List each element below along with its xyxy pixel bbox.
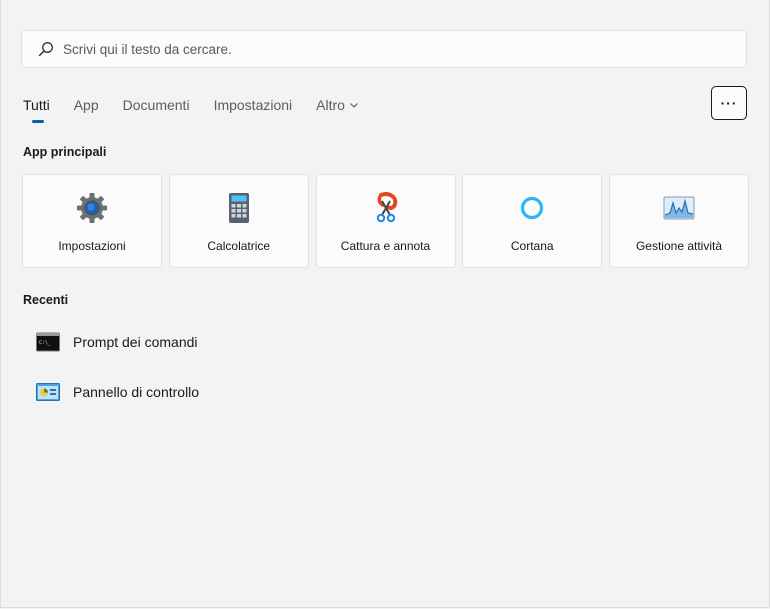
tab-label: App [73,97,99,113]
app-tile-label: Impostazioni [58,239,126,253]
app-tile-label: Cortana [510,239,554,253]
recent-list: C:\_ Prompt dei comandi Pannello di cont… [23,322,323,422]
more-options-button[interactable]: ··· [711,86,747,120]
recent-item-label: Pannello di controllo [73,384,200,400]
tab-settings[interactable]: Impostazioni [214,94,293,116]
app-tile-label: Gestione attività [635,239,723,253]
recent-heading: Recenti [23,293,69,307]
active-tab-indicator [32,120,44,123]
top-apps-grid: Impostazioni Calcolatrice Cattura e anno… [22,174,756,268]
filter-tabs: Tutti App Documenti Impostazioni Altro [23,94,383,123]
app-tile-settings[interactable]: Impostazioni [22,174,162,268]
app-tile-calculator[interactable]: Calcolatrice [168,174,309,268]
tab-label: Tutti [23,97,50,113]
app-tile-label: Calcolatrice [207,239,271,253]
tab-label: Altro [316,97,345,113]
search-icon [38,41,54,57]
search-input[interactable] [63,41,663,57]
app-tile-cortana[interactable]: Cortana [462,174,603,268]
settings-gear-icon [75,191,109,225]
recent-item-label: Prompt dei comandi [73,334,198,350]
tab-all[interactable]: Tutti [23,94,50,123]
tab-documents[interactable]: Documenti [123,94,190,116]
top-apps-heading: App principali [23,145,107,159]
app-tile-label: Cattura e annota [340,239,431,253]
tab-label: Documenti [122,97,190,113]
command-prompt-icon: C:\_ [36,332,60,352]
chevron-down-icon [349,100,359,110]
snip-sketch-icon [369,191,403,225]
task-manager-icon [662,191,696,225]
search-box[interactable] [21,30,747,68]
ellipsis-icon: ··· [720,95,738,111]
app-tile-task-manager[interactable]: Gestione attività [609,174,749,268]
recent-item-control-panel[interactable]: Pannello di controllo [23,372,323,412]
tab-apps[interactable]: App [74,94,99,116]
tab-label: Impostazioni [213,97,293,113]
tab-more-dropdown[interactable]: Altro [316,94,359,116]
recent-item-command-prompt[interactable]: C:\_ Prompt dei comandi [23,322,323,362]
svg-text:C:\_: C:\_ [39,340,52,346]
calculator-icon [222,191,256,225]
cortana-ring-icon [515,191,549,225]
search-flyout: Tutti App Documenti Impostazioni Altro ·… [0,0,770,608]
control-panel-icon [36,382,60,402]
app-tile-snip-sketch[interactable]: Cattura e annota [315,174,456,268]
